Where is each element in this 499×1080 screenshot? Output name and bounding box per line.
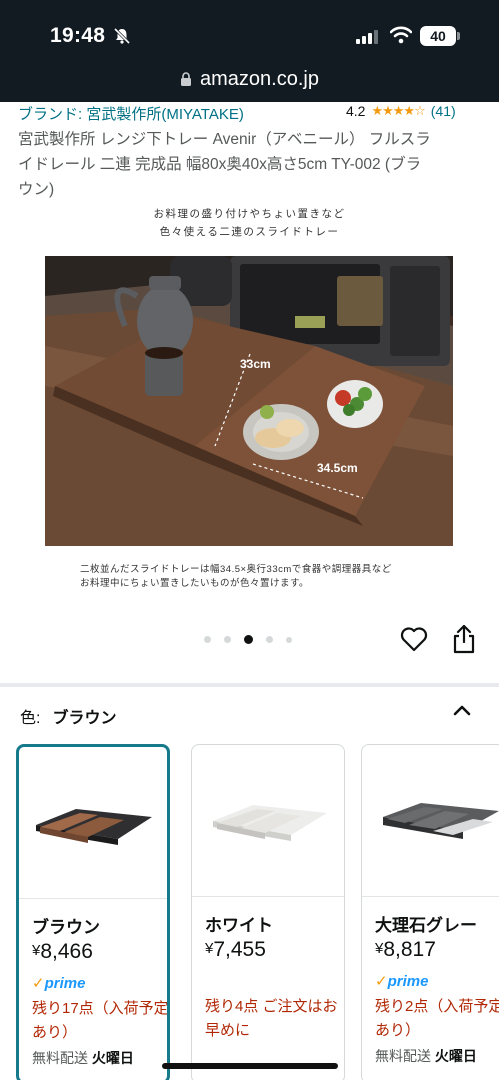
- carousel-dots[interactable]: [204, 635, 292, 644]
- title-line: イドレール 二連 完成品 幅80x奥40x高さ5cm TY-002 (ブラ: [18, 156, 422, 173]
- tray-brown-image: [36, 808, 152, 845]
- browser-chrome: 19:48 40 amazon.co.jp: [0, 0, 499, 102]
- image-caption-top: 色々使える二連のスライドトレー: [159, 226, 340, 238]
- tray-white-image: [213, 804, 327, 841]
- shipping-info: 無料配送 火曜日: [375, 1048, 477, 1064]
- color-option-white[interactable]: ホワイト ¥7,455 残り4点 ご注文はお早めに: [191, 744, 345, 1080]
- battery-tip: [457, 32, 460, 40]
- color-option-name: ブラウン: [32, 918, 100, 937]
- carousel-dot-active[interactable]: [244, 635, 253, 644]
- image-caption-bottom: 二枚並んだスライドトレーは幅34.5×奥行33cmで食器や調理器具など: [80, 564, 392, 575]
- carousel-dot[interactable]: [204, 636, 211, 643]
- color-option-thumbnail: [362, 745, 499, 897]
- color-option-thumbnail: [192, 745, 344, 897]
- color-option-thumbnail: [19, 747, 167, 899]
- color-option-price: ¥8,817: [375, 938, 436, 961]
- battery-level: 40: [420, 26, 456, 46]
- color-label: 色:: [20, 710, 41, 727]
- wifi-icon: [390, 26, 412, 44]
- cellular-signal-icon: [356, 30, 378, 44]
- address-bar[interactable]: amazon.co.jp: [0, 68, 499, 91]
- rating-value: 4.2: [346, 103, 366, 119]
- product-title: 宮武製作所 レンジ下トレー Avenir（アベニール） フルスラ イドレール 二…: [18, 127, 484, 202]
- bell-muted-icon: [113, 27, 131, 45]
- chevron-up-icon[interactable]: [452, 702, 472, 718]
- stock-status: 残り2点（入荷予定あり）: [375, 998, 499, 1039]
- color-selected-value: ブラウン: [52, 710, 117, 727]
- stock-status: 残り4点 ご注文はお早めに: [205, 998, 338, 1039]
- product-image[interactable]: 33cm 34.5cm: [45, 256, 453, 546]
- share-icon[interactable]: [452, 624, 476, 654]
- color-option-brown[interactable]: ブラウン ¥8,466 ✓prime 残り17点（入荷予定あり） 無料配送 火曜…: [16, 744, 170, 1080]
- carousel-dot[interactable]: [266, 636, 273, 643]
- prime-badge: ✓prime: [32, 975, 86, 992]
- color-option-price: ¥7,455: [205, 938, 266, 961]
- tray-marble-gray-image: [383, 802, 499, 839]
- color-options: ブラウン ¥8,466 ✓prime 残り17点（入荷予定あり） 無料配送 火曜…: [16, 744, 499, 1080]
- home-indicator[interactable]: [162, 1063, 338, 1069]
- title-line: ウン): [18, 181, 55, 198]
- image-caption-top: お料理の盛り付けやちょい置きなど: [153, 208, 346, 220]
- status-time: 19:48: [50, 24, 106, 47]
- prime-badge: ✓prime: [375, 973, 429, 990]
- url-text: amazon.co.jp: [200, 68, 319, 90]
- brand-link[interactable]: ブランド: 宮武製作所(MIYATAKE): [18, 103, 244, 124]
- lock-icon: [181, 72, 192, 86]
- rating-stars-icon: ★★★★☆: [371, 103, 425, 118]
- color-option-marble-gray[interactable]: 大理石グレー ¥8,817 ✓prime 残り2点（入荷予定あり） 無料配送 火…: [361, 744, 499, 1080]
- heart-icon[interactable]: [400, 626, 428, 652]
- dimension-width-label: 34.5cm: [317, 461, 358, 475]
- rating-summary[interactable]: 4.2 ★★★★☆ (41): [346, 103, 456, 119]
- color-option-price: ¥8,466: [32, 940, 93, 963]
- color-option-name: 大理石グレー: [375, 916, 477, 935]
- color-option-name: ホワイト: [205, 916, 273, 935]
- image-caption-bottom: お料理中にちょい置きしたいものが色々置けます。: [80, 578, 310, 589]
- section-divider: [0, 683, 499, 687]
- carousel-dot[interactable]: [286, 636, 292, 643]
- stock-status: 残り17点（入荷予定あり）: [32, 1000, 169, 1041]
- dimension-depth-label: 33cm: [240, 357, 271, 371]
- carousel-dot[interactable]: [224, 636, 231, 643]
- rating-count[interactable]: (41): [431, 103, 456, 119]
- color-selector-header: 色: ブラウン: [20, 704, 116, 728]
- title-line: 宮武製作所 レンジ下トレー Avenir（アベニール） フルスラ: [18, 131, 431, 148]
- shipping-info: 無料配送 火曜日: [32, 1050, 134, 1066]
